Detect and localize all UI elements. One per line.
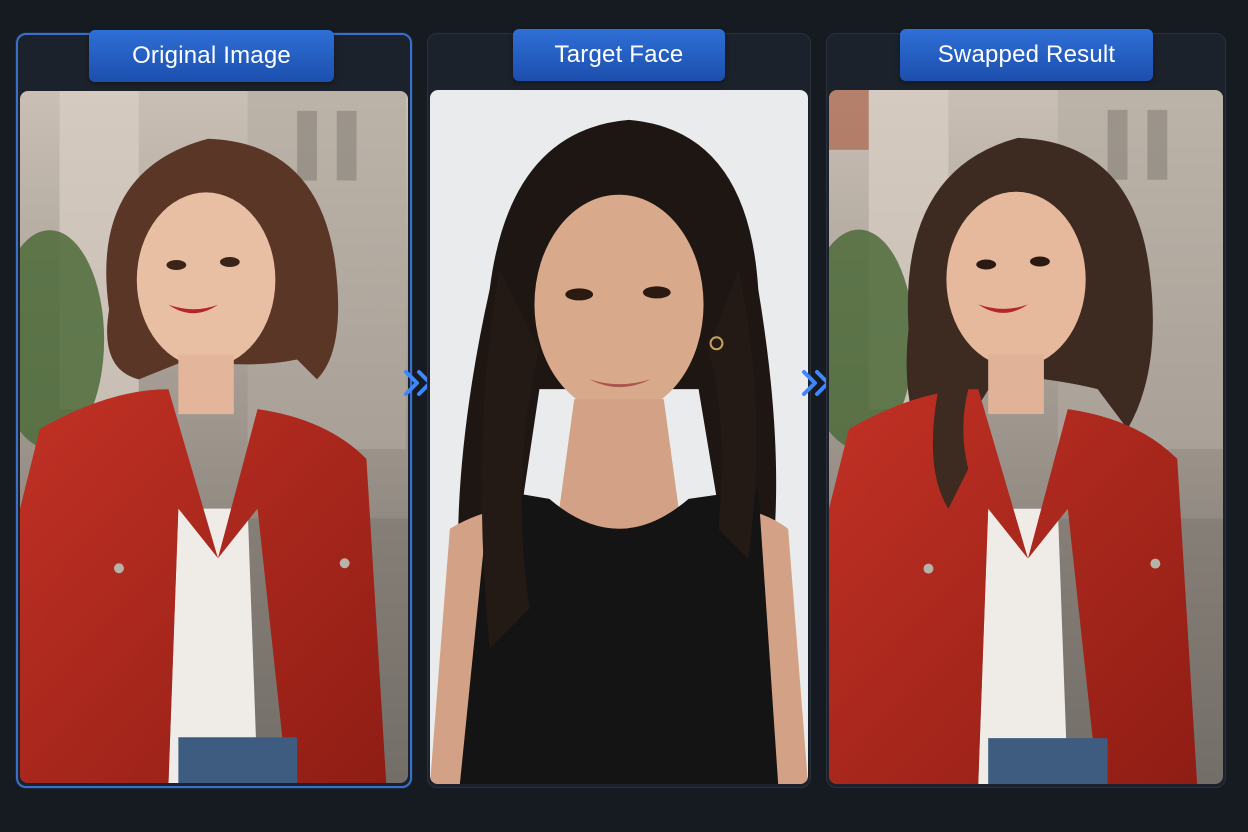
original-image-label: Original Image — [89, 30, 334, 82]
swapped-result-label: Swapped Result — [900, 29, 1153, 81]
target-face-panel[interactable]: Target Face — [427, 29, 811, 788]
original-image-panel[interactable]: Original Image — [16, 30, 412, 788]
swapped-result-photo — [829, 90, 1223, 784]
original-image-photo — [20, 91, 408, 783]
target-face-label: Target Face — [513, 29, 725, 81]
swapped-result-panel[interactable]: Swapped Result — [826, 29, 1226, 788]
target-face-photo — [430, 90, 808, 784]
